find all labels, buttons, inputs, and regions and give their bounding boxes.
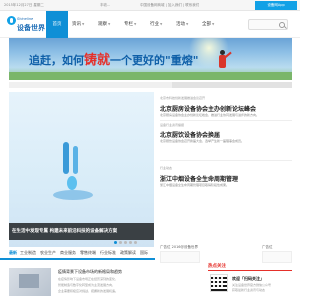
ad-label: 广告位 <box>262 245 273 249</box>
runner-figure <box>217 50 232 72</box>
water-equipment-illustration <box>49 142 109 222</box>
logo-english: Shineline <box>17 17 34 21</box>
divider <box>160 120 292 121</box>
qr-desc: 关注设备世界官方微信公众号 <box>232 283 272 287</box>
featured-title[interactable]: 北京厨饮设备协会换届 <box>160 130 220 139</box>
featured-title[interactable]: 北京厨房设备协会主办创新论坛峰会 <box>160 104 256 113</box>
banner-text-highlight: 铸就 <box>84 53 111 68</box>
nav-industry[interactable]: 行业▼ <box>150 11 162 38</box>
nav-column[interactable]: 专栏▼ <box>124 11 136 38</box>
tab-commerce[interactable]: 商业服务 <box>60 250 76 256</box>
featured-desc: 北京厨房设备协会主办创新论坛峰会，推进行业协同发展与进步的新方向。 <box>160 113 260 117</box>
strip-ad[interactable] <box>172 82 292 88</box>
ad-label: 广告位 2016@设备世界 <box>160 245 199 249</box>
featured-title[interactable]: 浙江中烟设备全生命周期管理 <box>160 174 238 183</box>
news-excerpt: 智能制造与数字化转型成为主流发展方向， <box>58 283 116 287</box>
banner-text-2: 一个更好的"重熔" <box>110 54 199 67</box>
nav-all[interactable]: 全部▼ <box>202 11 214 38</box>
hot-topics-underline <box>208 270 292 271</box>
news-excerpt: 在疫情影响下设备市场正在经历深刻的变化， <box>58 277 119 281</box>
nav-home[interactable]: 首页 <box>46 11 68 38</box>
banner-text-1: 追赶，如何 <box>29 54 84 67</box>
tab-standards[interactable]: 行业标准 <box>100 250 116 256</box>
slide-dot[interactable] <box>134 241 137 244</box>
slide-caption-text: 在生活中发现专属 构建未来前沿科技的设备解决方案 <box>12 229 118 234</box>
nav-news-label: 资讯 <box>72 22 81 27</box>
slide-dot[interactable] <box>119 241 122 244</box>
banner-field <box>9 72 292 80</box>
top-utility-bar: 2015年12月27日 星期二 丰收... 中国设备网商城 | 加入我们 | 联… <box>0 0 300 11</box>
nav-events-label: 活动 <box>176 22 185 27</box>
featured-sub: 行业动态 <box>160 166 173 170</box>
chevron-down-icon: ▼ <box>134 22 137 26</box>
nav-industry-label: 行业 <box>150 22 159 27</box>
nav-news[interactable]: 资讯▼ <box>72 11 84 38</box>
chevron-down-icon: ▼ <box>160 22 163 26</box>
tab-international[interactable]: 国际 <box>140 250 148 256</box>
nav-all-label: 全部 <box>202 22 211 27</box>
nav-observe-label: 观察 <box>98 22 107 27</box>
divider <box>160 160 292 161</box>
featured-sub: 北京市科技创新发展推进会议召开 <box>160 96 206 100</box>
search-input[interactable] <box>248 19 288 30</box>
hero-banner[interactable]: 追赶，如何铸就一个更好的"重熔" <box>9 38 292 80</box>
top-notice[interactable]: 丰收... <box>100 3 110 8</box>
slide-dot[interactable] <box>129 241 132 244</box>
news-excerpt: 企业需要积极应对挑战，把握新的发展机遇。 <box>58 289 119 293</box>
slide-caption[interactable]: 在生活中发现专属 构建未来前沿科技的设备解决方案 <box>9 223 154 240</box>
chevron-down-icon: ▼ <box>82 22 85 26</box>
site-header: Shineline 设备世界 首页 资讯▼ 观察▼ 专栏▼ 行业▼ 活动▼ 全部… <box>0 11 300 38</box>
tab-retail[interactable]: 零售终端 <box>80 250 96 256</box>
slide-dot[interactable] <box>114 241 117 244</box>
tab-agriculture[interactable]: 农业生产 <box>40 250 56 256</box>
nav-events[interactable]: 活动▼ <box>176 11 188 38</box>
category-tabs: 最新 工业制造 农业生产 商业服务 零售终端 行业标准 政策解读 国际 <box>0 248 155 260</box>
tab-industrial[interactable]: 工业制造 <box>20 250 36 256</box>
current-date: 2015年12月27日 星期二 <box>4 3 44 7</box>
chevron-down-icon: ▼ <box>108 22 111 26</box>
site-logo[interactable]: Shineline 设备世界 <box>7 16 45 34</box>
app-download-button[interactable]: 设备网App <box>255 1 297 10</box>
nav-observe[interactable]: 观察▼ <box>98 11 110 38</box>
feature-slideshow[interactable]: 在生活中发现专属 构建未来前沿科技的设备解决方案 <box>9 92 154 247</box>
ad-box[interactable] <box>262 251 292 263</box>
logo-chinese: 设备世界 <box>17 24 45 32</box>
nav-column-label: 专栏 <box>124 22 133 27</box>
chevron-down-icon: ▼ <box>212 22 215 26</box>
tab-policy[interactable]: 政策解读 <box>120 250 136 256</box>
logo-icon <box>7 16 16 25</box>
qr-title: 欢迎「扫码关注」 <box>232 276 264 281</box>
qr-code-icon <box>210 274 228 292</box>
ad-box[interactable] <box>160 251 200 263</box>
chevron-down-icon: ▼ <box>186 22 189 26</box>
hot-topics-heading: 热点关注 <box>208 264 226 269</box>
news-thumbnail[interactable] <box>9 268 51 296</box>
featured-sub: 设备行业资讯播报 <box>160 123 185 127</box>
slide-dot[interactable] <box>124 241 127 244</box>
news-title[interactable]: 疫情背景下设备市场的新格局和趋势 <box>58 269 122 275</box>
featured-desc: 浙江中烟设备全生命周期管理项目取得阶段性成果。 <box>160 183 230 187</box>
qr-desc: 获取最新行业资讯与动态 <box>232 288 266 292</box>
search-icon[interactable] <box>279 22 285 28</box>
top-links[interactable]: 中国设备网商城 | 加入我们 | 联系我们 <box>140 3 199 8</box>
tab-latest[interactable]: 最新 <box>9 250 17 256</box>
banner-headline: 追赶，如何铸就一个更好的"重熔" <box>29 49 198 68</box>
featured-desc: 北京厨饮设备协会召开换届大会，选举产生新一届理事会成员。 <box>160 139 245 143</box>
